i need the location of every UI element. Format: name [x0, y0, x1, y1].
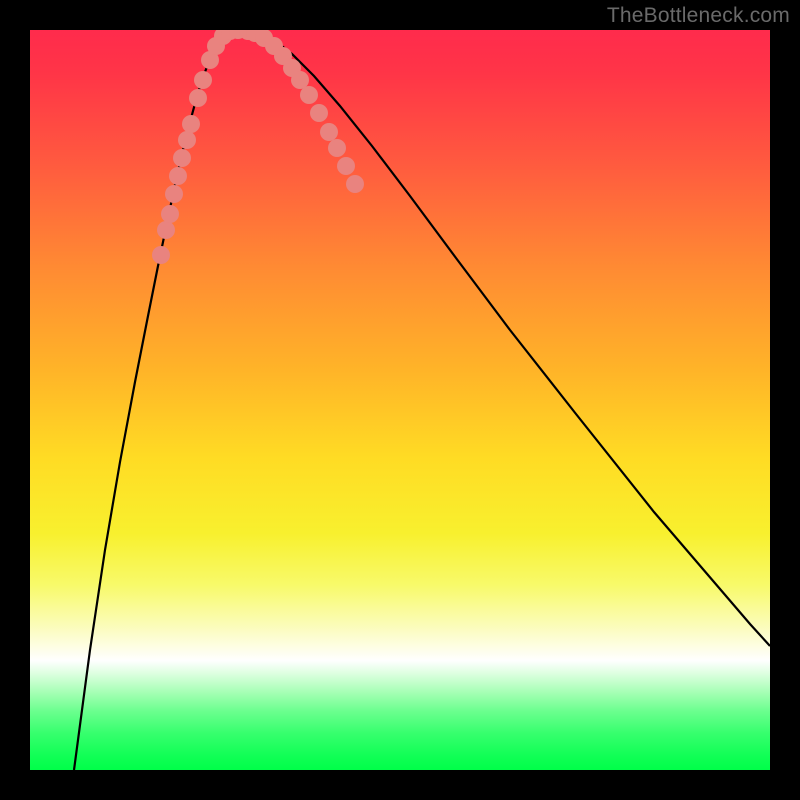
data-point — [182, 115, 200, 133]
data-point — [169, 167, 187, 185]
data-point — [178, 131, 196, 149]
data-point — [165, 185, 183, 203]
data-markers — [152, 30, 364, 264]
data-point — [173, 149, 191, 167]
data-point — [194, 71, 212, 89]
data-point — [310, 104, 328, 122]
data-point — [161, 205, 179, 223]
data-point — [152, 246, 170, 264]
data-point — [300, 86, 318, 104]
data-point — [346, 175, 364, 193]
data-point — [291, 71, 309, 89]
data-point — [337, 157, 355, 175]
plot-area — [30, 30, 770, 770]
data-point — [320, 123, 338, 141]
chart-svg — [30, 30, 770, 770]
watermark-text: TheBottleneck.com — [607, 4, 790, 28]
data-point — [189, 89, 207, 107]
data-point — [157, 221, 175, 239]
data-point — [328, 139, 346, 157]
chart-frame: TheBottleneck.com — [0, 0, 800, 800]
